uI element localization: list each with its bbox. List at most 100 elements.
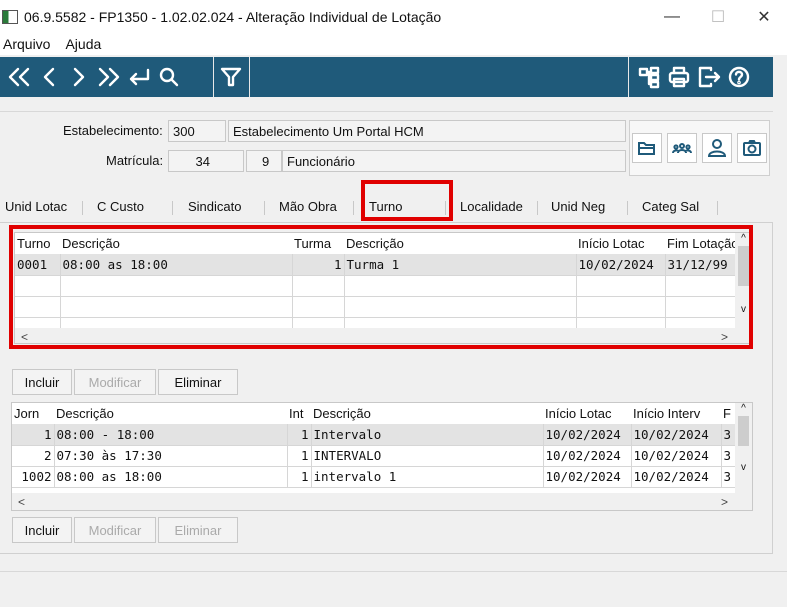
search-icon: [159, 67, 179, 87]
camera-button[interactable]: [737, 133, 767, 163]
scroll-left-icon: <: [18, 494, 26, 509]
table-cell: 08:00 as 18:00: [54, 466, 288, 488]
table-cell: 1: [12, 424, 55, 446]
tree-view-button[interactable]: [634, 59, 664, 95]
folder-icon: [638, 142, 655, 155]
column-header[interactable]: Descrição: [54, 403, 287, 424]
menu-bar: Arquivo Ajuda: [0, 33, 787, 55]
table-cell: 1: [287, 424, 312, 446]
estabelecimento-name-field: Estabelecimento Um Portal HCM: [228, 120, 626, 142]
column-header[interactable]: Int: [287, 403, 311, 424]
tab-unid-neg[interactable]: Unid Neg: [551, 199, 605, 219]
scroll-down-icon: v: [741, 462, 746, 473]
table-cell: Intervalo: [311, 424, 544, 446]
maximize-button[interactable]: ☐: [695, 0, 741, 33]
column-header[interactable]: Jorn: [12, 403, 54, 424]
return-button[interactable]: [124, 59, 154, 95]
highlight-box: [9, 225, 753, 349]
tree-structure-icon: [638, 66, 660, 89]
exit-icon: [698, 66, 721, 88]
tab-unid-lotac[interactable]: Unid Lotac: [5, 199, 67, 219]
app-icon: [2, 9, 18, 24]
chevron-left-icon: [43, 67, 55, 87]
matricula-label: Matrícula:: [106, 153, 164, 168]
users-group-icon: [672, 143, 692, 154]
horizontal-scrollbar[interactable]: < >: [12, 493, 752, 510]
modificar-button[interactable]: Modificar: [74, 369, 156, 395]
table-cell: 10/02/2024: [631, 466, 722, 488]
tab-sindicato[interactable]: Sindicato: [188, 199, 241, 219]
tab-c-custo[interactable]: C Custo: [97, 199, 144, 219]
chevron-right-icon: [73, 67, 85, 87]
table-cell: 10/02/2024: [543, 466, 632, 488]
eliminar-button[interactable]: Eliminar: [158, 369, 238, 395]
jornada-actions: Incluir Modificar Eliminar: [12, 517, 238, 543]
print-button[interactable]: [664, 59, 694, 95]
close-button[interactable]: ✕: [741, 0, 787, 33]
exit-button[interactable]: [694, 59, 724, 95]
tab-categ-sal[interactable]: Categ Sal: [642, 199, 699, 219]
person-icon: [707, 139, 727, 157]
tab-localidade[interactable]: Localidade: [460, 199, 523, 219]
search-button[interactable]: [154, 59, 184, 95]
table-cell: 10/02/2024: [631, 424, 722, 446]
printer-icon: [668, 66, 690, 88]
double-chevron-left-icon: [8, 67, 30, 87]
last-record-button[interactable]: [94, 59, 124, 95]
table-cell: intervalo 1: [311, 466, 544, 488]
group-button[interactable]: [667, 133, 697, 163]
next-record-button[interactable]: [64, 59, 94, 95]
minimize-button[interactable]: —: [649, 0, 695, 33]
first-record-button[interactable]: [4, 59, 34, 95]
menu-ajuda[interactable]: Ajuda: [65, 36, 101, 52]
scroll-thumb[interactable]: [738, 416, 749, 446]
table-cell: 10/02/2024: [543, 424, 632, 446]
column-header[interactable]: Início Interv: [631, 403, 721, 424]
table-cell: 08:00 - 18:00: [54, 424, 288, 446]
table-row[interactable]: 1 08:00 - 18:00 1 Intervalo 10/02/2024 1…: [12, 424, 738, 446]
matricula-type-field: Funcionário: [282, 150, 626, 172]
action-icon-box: [629, 120, 770, 176]
matricula-digit-text: 9: [262, 154, 270, 169]
scroll-up-icon: ^: [741, 403, 746, 414]
open-folder-button[interactable]: [632, 133, 662, 163]
filter-icon: [220, 67, 242, 87]
window-title: 06.9.5582 - FP1350 - 1.02.02.024 - Alter…: [24, 8, 442, 25]
toolbar: [0, 57, 773, 97]
table-cell: INTERVALO: [311, 445, 544, 467]
turno-actions: Incluir Modificar Eliminar: [12, 369, 238, 395]
matricula-field[interactable]: 34: [168, 150, 244, 172]
estabelecimento-code-field[interactable]: 300: [168, 120, 226, 142]
previous-record-button[interactable]: [34, 59, 64, 95]
table-cell: 2: [12, 445, 55, 467]
vertical-scrollbar[interactable]: ^ v: [735, 403, 752, 493]
help-icon: [728, 66, 750, 88]
column-header[interactable]: Descrição: [311, 403, 543, 424]
title-bar: 06.9.5582 - FP1350 - 1.02.02.024 - Alter…: [0, 0, 787, 33]
table-cell: 10/02/2024: [631, 445, 722, 467]
tab-mao-obra[interactable]: Mão Obra: [279, 199, 337, 219]
camera-icon: [743, 140, 761, 156]
table-cell: 1: [287, 466, 312, 488]
help-button[interactable]: [724, 59, 754, 95]
modificar-button[interactable]: Modificar: [74, 517, 156, 543]
column-header[interactable]: Início Lotac: [543, 403, 631, 424]
tab-highlight-box: [361, 180, 453, 221]
table-cell: 1: [287, 445, 312, 467]
eliminar-button[interactable]: Eliminar: [158, 517, 238, 543]
return-arrow-icon: [129, 68, 150, 86]
filter-button[interactable]: [216, 59, 246, 95]
incluir-button[interactable]: Incluir: [12, 369, 72, 395]
table-cell: 07:30 às 17:30: [54, 445, 288, 467]
table-cell: 1002: [12, 466, 55, 488]
person-button[interactable]: [702, 133, 732, 163]
table-row[interactable]: 1002 08:00 as 18:00 1 intervalo 1 10/02/…: [12, 466, 738, 488]
status-bar: [0, 571, 787, 607]
table-cell: 10/02/2024: [543, 445, 632, 467]
menu-arquivo[interactable]: Arquivo: [3, 36, 50, 52]
table-row[interactable]: 2 07:30 às 17:30 1 INTERVALO 10/02/2024 …: [12, 445, 738, 467]
jornada-grid[interactable]: Jorn Descrição Int Descrição Início Lota…: [11, 402, 753, 511]
incluir-button[interactable]: Incluir: [12, 517, 72, 543]
scroll-right-icon: >: [720, 494, 728, 509]
estabelecimento-label: Estabelecimento:: [63, 123, 163, 138]
